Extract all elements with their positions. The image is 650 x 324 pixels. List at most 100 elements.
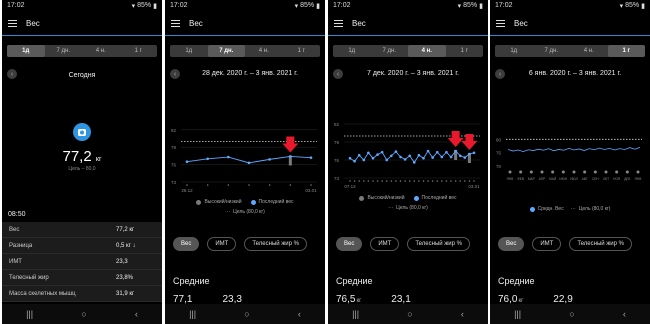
month-dot — [593, 170, 597, 174]
pill-weight[interactable]: Вес — [173, 237, 200, 251]
back-icon[interactable]: ‹ — [298, 309, 301, 319]
stats-list: Вес 77,2 кг Разница 0,5 кг ↓ ИМТ 23,3 Телес… — [2, 222, 162, 302]
recent-apps-icon[interactable]: ||| — [189, 309, 196, 319]
pill-body-fat[interactable]: Телесный жир % — [407, 237, 470, 251]
chart-legend: Высокий/низкий Последний вес ··· Цель (80… — [165, 199, 325, 215]
pill-weight[interactable]: Вес — [498, 237, 525, 251]
stat-label: ИМТ — [9, 258, 22, 265]
x-axis-dot — [445, 180, 448, 182]
recent-apps-icon[interactable]: ||| — [26, 309, 33, 319]
tab-1-year[interactable]: 1 г — [446, 45, 484, 57]
x-axis-dot — [418, 180, 420, 182]
month-label: ФЕВ — [517, 177, 524, 181]
app-title: Вес — [26, 18, 40, 28]
x-axis-dot — [450, 180, 452, 182]
menu-icon[interactable] — [171, 19, 180, 27]
tab-4-weeks[interactable]: 4 н. — [245, 45, 283, 57]
y-tick-label: 80 — [496, 137, 502, 142]
tab-1-year[interactable]: 1 г — [120, 45, 158, 57]
tab-1-day[interactable]: 1д — [495, 45, 533, 57]
tab-7-days[interactable]: 7 дн. — [207, 45, 245, 57]
x-axis-dot — [468, 180, 471, 182]
tab-1-year[interactable]: 1 г — [283, 45, 321, 57]
metric-pills: Вес ИМТ Телесный жир % — [336, 237, 470, 251]
x-axis-dot — [186, 184, 188, 186]
pill-bmi[interactable]: ИМТ — [370, 237, 400, 251]
tab-4-weeks[interactable]: 4 н. — [82, 45, 120, 57]
tab-7-days[interactable]: 7 дн. — [45, 45, 83, 57]
recent-apps-icon[interactable]: ||| — [514, 309, 521, 319]
arrow-down-icon: ↓ — [132, 242, 136, 249]
previous-period-icon[interactable]: ‹ — [170, 69, 180, 79]
month-dot — [519, 170, 523, 174]
phone-screen-4-weeks: 17:02 ▾ 85% ▮ Вес 1д 7 дн. 4 н. 1 г ‹ 7 де… — [328, 0, 488, 324]
previous-period-icon[interactable]: ‹ — [333, 69, 343, 79]
app-title: Вес — [352, 18, 366, 28]
pill-body-fat[interactable]: Телесный жир % — [244, 237, 307, 251]
x-axis-dot — [310, 184, 312, 186]
app-bar: Вес — [165, 11, 325, 35]
stat-row-muscle-mass: Масса скелетных мышц 31,9 кг — [2, 286, 162, 302]
highlow-legend-icon — [196, 199, 202, 205]
month-dot — [561, 170, 565, 174]
status-time: 17:02 — [170, 2, 188, 9]
pill-weight[interactable]: Вес — [336, 237, 363, 251]
battery-level: 85% — [300, 2, 315, 9]
period-tabs: 1д 7 дн. 4 н. 1 г — [170, 45, 320, 57]
menu-icon[interactable] — [8, 19, 17, 27]
tab-4-weeks[interactable]: 4 н. — [570, 45, 608, 57]
period-nav: ‹ 7 дек. 2020 г. – 3 янв. 2021 г. — [333, 67, 483, 81]
weight-data-point — [390, 154, 393, 158]
x-axis-dot — [395, 180, 397, 182]
wifi-icon: ▾ — [619, 2, 624, 10]
previous-period-icon[interactable]: ‹ — [495, 69, 505, 79]
system-nav-bar: ||| ○ ‹ — [165, 304, 325, 324]
recent-apps-icon[interactable]: ||| — [352, 309, 359, 319]
tab-7-days[interactable]: 7 дн. — [533, 45, 571, 57]
tab-1-day[interactable]: 1д — [170, 45, 208, 57]
home-icon[interactable]: ○ — [81, 309, 86, 319]
x-axis-dot — [399, 180, 402, 182]
x-axis-dot — [459, 180, 462, 182]
menu-icon[interactable] — [334, 19, 343, 27]
last-weight-legend-icon — [413, 195, 419, 201]
pill-bmi[interactable]: ИМТ — [207, 237, 237, 251]
month-label: АВГ — [582, 177, 588, 181]
menu-icon[interactable] — [496, 19, 505, 27]
x-axis-dot — [289, 184, 292, 186]
weight-data-point — [394, 150, 398, 153]
app-title: Вес — [514, 18, 528, 28]
tab-4-weeks[interactable]: 4 н. — [408, 45, 446, 57]
tab-1-day[interactable]: 1д — [333, 45, 371, 57]
tab-7-days[interactable]: 7 дн. — [371, 45, 409, 57]
back-icon[interactable]: ‹ — [623, 309, 626, 319]
x-axis-dot — [441, 180, 443, 182]
back-icon[interactable]: ‹ — [461, 309, 464, 319]
stat-value: 31,9 кг — [116, 290, 135, 297]
weight-chart: 82 79 76 73 28.12 03.01 — [169, 118, 321, 194]
pill-bmi[interactable]: ИМТ — [532, 237, 562, 251]
battery-icon: ▮ — [479, 2, 483, 10]
legend-row: Высокий/низкий Последний вес — [359, 195, 457, 201]
battery-level: 85% — [625, 2, 640, 9]
x-axis-dot — [372, 180, 374, 182]
x-axis-dot — [422, 180, 425, 182]
tab-1-year[interactable]: 1 г — [607, 45, 645, 57]
status-bar: 17:02 ▾ 85% ▮ — [165, 0, 325, 11]
legend-row: ··· Цель (80,0 кг) — [225, 209, 265, 215]
home-icon[interactable]: ○ — [569, 309, 574, 319]
back-icon[interactable]: ‹ — [135, 309, 138, 319]
legend-last-weight: Последний вес — [421, 195, 457, 201]
x-axis-dot — [362, 180, 365, 182]
home-icon[interactable]: ○ — [244, 309, 249, 319]
goal-label: Цель – 80,0 — [68, 166, 96, 172]
status-bar: 17:02 ▾ 85% ▮ — [2, 0, 162, 11]
pill-body-fat[interactable]: Телесный жир % — [569, 237, 632, 251]
x-axis-dot — [358, 180, 360, 182]
tab-1-day[interactable]: 1д — [7, 45, 45, 57]
red-arrow-icon — [447, 131, 464, 147]
weight-chart-svg: 82 79 76 73 28.12 03.01 — [171, 128, 317, 193]
home-icon[interactable]: ○ — [407, 309, 412, 319]
day-label: Сегодня — [68, 72, 96, 79]
weight-chart: 82 79 76 73 07.12 03.01 — [332, 112, 484, 189]
